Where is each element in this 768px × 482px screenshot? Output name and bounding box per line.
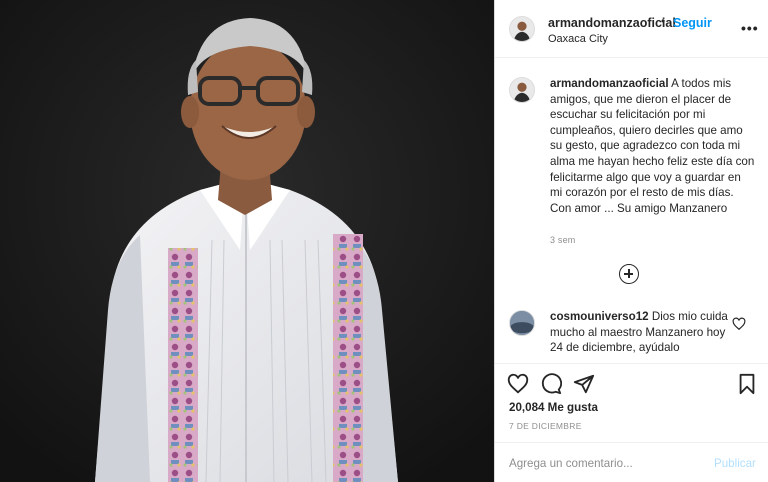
follow-button[interactable]: Seguir [673,16,712,30]
speech-bubble-icon[interactable] [540,373,562,395]
post-location[interactable]: Oaxaca City [548,33,608,45]
caption-signoff: Con amor ... Su amigo Manzanero [550,201,728,215]
bookmark-icon[interactable] [736,373,758,395]
post-header: armandomanzaoficial • Seguir Oaxaca City… [495,0,768,58]
comments-list[interactable]: armandomanzaoficial A todos mis amigos, … [495,59,768,363]
heart-outline-icon[interactable] [507,373,529,395]
caption-timestamp[interactable]: 3 sem [550,235,576,245]
likes-count[interactable]: 20,084 Me gusta [509,401,598,414]
post-caption: armandomanzaoficial A todos mis amigos, … [550,76,755,216]
add-comment-bar: Publicar [495,442,768,482]
avatar-image [510,17,534,41]
post-side-panel: armandomanzaoficial • Seguir Oaxaca City… [495,0,768,482]
instagram-post-dialog: armandomanzaoficial • Seguir Oaxaca City… [0,0,768,482]
paper-plane-icon[interactable] [573,373,595,395]
more-options-icon[interactable]: ••• [741,20,759,36]
comment-avatar[interactable] [509,310,535,336]
comment-username[interactable]: cosmouniverso12 [550,310,649,323]
caption-text: A todos mis amigos, que me dieron el pla… [550,77,755,200]
action-bar [495,363,768,405]
post-date[interactable]: 7 DE DICIEMBRE [509,421,582,431]
profile-avatar[interactable] [509,16,535,42]
comment-input[interactable] [509,454,699,472]
header-separator: • [661,14,666,28]
avatar-image [510,78,534,102]
portrait-illustration [0,0,494,482]
small-heart-icon[interactable] [732,317,746,331]
header-username[interactable]: armandomanzaoficial [548,16,676,30]
comment-item: cosmouniverso12 Dios mio cuida mucho al … [550,309,730,356]
avatar-image [510,311,534,335]
caption-username[interactable]: armandomanzaoficial [550,77,669,90]
publish-button[interactable]: Publicar [714,457,756,470]
caption-avatar[interactable] [509,77,535,103]
plus-circle-icon[interactable] [619,264,639,284]
post-photo[interactable] [0,0,495,482]
